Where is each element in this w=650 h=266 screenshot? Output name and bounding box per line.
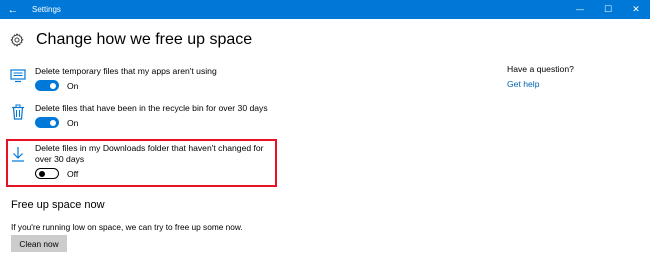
downloads-folder-toggle[interactable] — [35, 168, 59, 179]
minimize-icon: — — [576, 5, 584, 14]
maximize-icon: ☐ — [603, 4, 613, 14]
recycle-bin-toggle[interactable] — [35, 117, 59, 128]
toggle-row: On — [35, 80, 78, 91]
maximize-button[interactable]: ☐ — [594, 0, 622, 19]
page-title: Change how we free up space — [36, 31, 253, 48]
setting-label: Delete files that have been in the recyc… — [35, 103, 268, 113]
download-icon — [12, 147, 24, 162]
question-heading: Have a question? — [507, 64, 574, 74]
title-bar: ← Settings — ☐ ✕ — [0, 0, 650, 19]
clean-now-button[interactable]: Clean now — [11, 235, 67, 252]
free-up-heading: Free up space now — [11, 199, 105, 211]
toggle-row: Off — [35, 168, 78, 179]
toggle-state-label: On — [67, 80, 79, 91]
get-help-link[interactable]: Get help — [507, 79, 540, 89]
toggle-knob — [38, 170, 45, 177]
close-button[interactable]: ✕ — [622, 0, 650, 19]
toggle-knob — [50, 82, 56, 89]
minimize-button[interactable]: — — [566, 0, 594, 19]
setting-label-line1: Delete files in my Downloads folder that… — [35, 143, 264, 153]
monitor-icon — [10, 69, 26, 83]
toggle-knob — [50, 119, 56, 126]
toggle-row: On — [35, 117, 78, 128]
close-icon: ✕ — [632, 4, 640, 14]
setting-label-line2: over 30 days — [35, 154, 85, 164]
setting-label: Delete temporary files that my apps aren… — [35, 66, 217, 76]
gear-icon — [10, 33, 24, 47]
toggle-state-label: On — [67, 117, 79, 128]
temporary-files-toggle[interactable] — [35, 80, 59, 91]
free-up-description: If you're running low on space, we can t… — [11, 222, 243, 232]
page-header: Change how we free up space — [10, 29, 252, 51]
back-button[interactable]: ← — [0, 0, 26, 19]
toggle-state-label: Off — [67, 168, 79, 179]
back-arrow-icon: ← — [7, 3, 19, 16]
recycle-bin-icon — [12, 104, 24, 120]
window-title: Settings — [32, 5, 61, 14]
